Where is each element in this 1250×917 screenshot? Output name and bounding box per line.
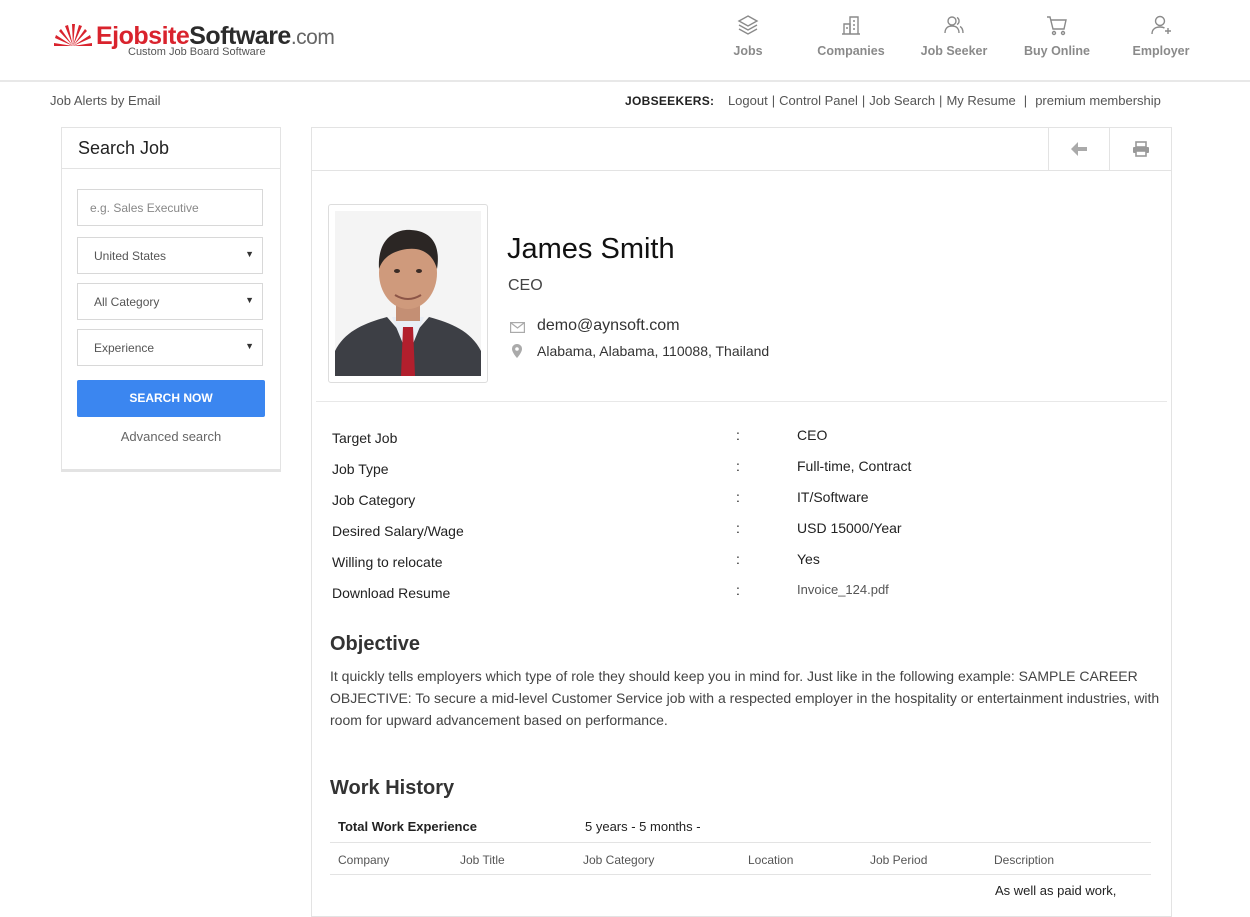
detail-label: Download Resume	[332, 585, 450, 601]
nav-jobs[interactable]: Jobs	[696, 0, 800, 80]
country-select-value: United States	[94, 249, 166, 263]
print-icon	[1132, 141, 1150, 157]
search-job-title: Search Job	[62, 128, 280, 169]
divider	[316, 401, 1167, 402]
detail-label: Job Category	[332, 492, 415, 508]
country-select[interactable]: United States ▼	[77, 237, 263, 274]
job-search-link[interactable]: Job Search	[869, 93, 935, 108]
search-job-panel: Search Job e.g. Sales Executive United S…	[61, 127, 281, 472]
user-plus-icon	[1149, 13, 1173, 37]
top-header: EjobsiteSoftware.com Custom Job Board So…	[0, 0, 1250, 82]
nav-label: Buy Online	[1005, 44, 1109, 58]
resume-toolbar	[312, 128, 1171, 171]
detail-label: Willing to relocate	[332, 554, 443, 570]
nav-buy-online[interactable]: Buy Online	[1005, 0, 1109, 80]
search-now-button[interactable]: SEARCH NOW	[77, 380, 265, 417]
control-panel-link[interactable]: Control Panel	[779, 93, 858, 108]
nav-label: Companies	[799, 44, 903, 58]
dropdown-arrow-icon: ▼	[245, 341, 254, 351]
detail-label: Job Type	[332, 461, 389, 477]
detail-value: USD 15000/Year	[797, 520, 902, 536]
column-header: Job Period	[870, 853, 927, 867]
detail-value: CEO	[797, 427, 827, 443]
location-text: Alabama, Alabama, 110088, Thailand	[537, 343, 769, 359]
users-icon	[942, 13, 966, 37]
premium-membership-link[interactable]: premium membership	[1035, 93, 1161, 108]
column-header: Location	[748, 853, 793, 867]
advanced-search-link[interactable]: Advanced search	[62, 429, 280, 444]
detail-colon: :	[736, 520, 740, 536]
experience-select[interactable]: Experience ▼	[77, 329, 263, 366]
my-resume-link[interactable]: My Resume	[946, 93, 1015, 108]
dropdown-arrow-icon: ▼	[245, 249, 254, 259]
download-resume-link[interactable]: Invoice_124.pdf	[797, 582, 889, 597]
work-description-cell: As well as paid work,	[995, 883, 1116, 898]
detail-colon: :	[736, 489, 740, 505]
detail-colon: :	[736, 427, 740, 443]
job-alerts-link[interactable]: Job Alerts by Email	[50, 93, 161, 108]
detail-colon: :	[736, 582, 740, 598]
resume-panel: James Smith CEO demo@aynsoft.com Alabama…	[311, 127, 1172, 917]
envelope-icon	[510, 322, 525, 333]
detail-label: Desired Salary/Wage	[332, 523, 464, 539]
jobseeker-links: JOBSEEKERS: Logout|Control Panel|Job Sea…	[625, 93, 1161, 108]
objective-heading: Objective	[330, 633, 420, 656]
objective-text: It quickly tells employers which type of…	[330, 665, 1160, 731]
cart-icon	[1045, 13, 1069, 37]
nav-label: Jobs	[696, 44, 800, 58]
detail-value: IT/Software	[797, 489, 869, 505]
detail-colon: :	[736, 458, 740, 474]
work-history-table: Total Work Experience 5 years - 5 months…	[330, 811, 1151, 875]
nav-label: Job Seeker	[902, 44, 1006, 58]
logo-sunburst-icon	[52, 24, 94, 46]
dropdown-arrow-icon: ▼	[245, 295, 254, 305]
experience-select-value: Experience	[94, 341, 154, 355]
profile-photo-image	[335, 211, 481, 376]
table-header: Company Job Title Job Category Location …	[330, 843, 1151, 875]
profile-photo	[328, 204, 488, 383]
building-icon	[839, 13, 863, 37]
nav-employer[interactable]: Employer	[1109, 0, 1213, 80]
layers-icon	[736, 13, 760, 37]
total-experience-value: 5 years - 5 months -	[585, 819, 701, 834]
detail-colon: :	[736, 551, 740, 567]
logout-link[interactable]: Logout	[728, 93, 768, 108]
map-pin-icon	[512, 344, 522, 358]
nav-label: Employer	[1109, 44, 1213, 58]
jobseekers-label: JOBSEEKERS:	[625, 94, 714, 108]
nav-companies[interactable]: Companies	[799, 0, 903, 80]
work-history-heading: Work History	[330, 777, 454, 800]
column-header: Job Title	[460, 853, 505, 867]
total-experience-label: Total Work Experience	[338, 819, 477, 834]
detail-value: Yes	[797, 551, 820, 567]
keyword-input[interactable]: e.g. Sales Executive	[77, 189, 263, 226]
column-header: Company	[338, 853, 389, 867]
logo-tagline: Custom Job Board Software	[128, 46, 266, 58]
nav-job-seeker[interactable]: Job Seeker	[902, 0, 1006, 80]
category-select-value: All Category	[94, 295, 159, 309]
total-experience-row: Total Work Experience 5 years - 5 months…	[330, 811, 1151, 843]
back-button[interactable]	[1048, 128, 1110, 170]
candidate-title: CEO	[508, 277, 543, 295]
category-select[interactable]: All Category ▼	[77, 283, 263, 320]
column-header: Description	[994, 853, 1054, 867]
detail-label: Target Job	[332, 430, 397, 446]
email-text[interactable]: demo@aynsoft.com	[537, 317, 680, 335]
candidate-name: James Smith	[507, 233, 675, 266]
print-button[interactable]	[1109, 128, 1171, 170]
detail-value: Full-time, Contract	[797, 458, 911, 474]
arrow-left-icon	[1070, 141, 1088, 157]
column-header: Job Category	[583, 853, 654, 867]
